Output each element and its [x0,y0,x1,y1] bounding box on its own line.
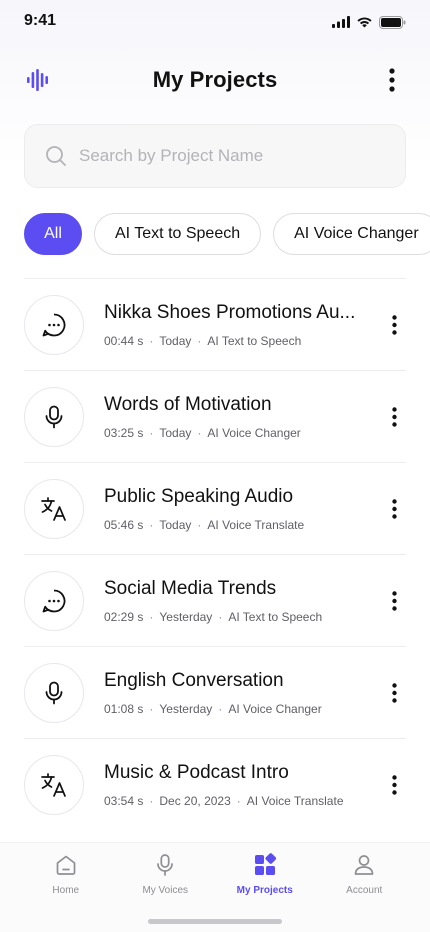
project-list: Nikka Shoes Promotions Au... 00:44 s · T… [24,278,406,830]
filter-chips: All AI Text to Speech AI Voice Changer [24,213,430,255]
project-duration: 00:44 s [104,334,144,348]
page-title: My Projects [152,67,278,92]
grid-icon [254,853,276,875]
project-title: Music & Podcast Intro [104,762,289,783]
chat-bubble-icon [24,294,84,355]
row-more-icon[interactable] [386,773,402,797]
meta-separator: · [197,334,202,348]
user-icon [354,855,374,875]
project-duration: 03:25 s [104,426,144,440]
microphone-icon [157,854,174,876]
project-title: Words of Motivation [104,394,272,415]
project-row[interactable]: Public Speaking Audio 05:46 s · Today · … [24,462,406,554]
search-icon [46,146,66,166]
project-title: Social Media Trends [104,578,277,599]
meta-separator: · [149,702,154,716]
project-row[interactable]: English Conversation 01:08 s · Yesterday… [24,646,406,738]
row-more-icon[interactable] [386,497,402,521]
tab-label: Account [346,885,383,896]
project-duration: 03:54 s [104,794,144,808]
project-title: Nikka Shoes Promotions Au... [104,302,356,323]
meta-separator: · [149,794,154,808]
project-duration: 02:29 s [104,610,144,624]
tab-home[interactable]: Home [21,853,111,896]
status-time: 9:41 [24,12,57,29]
meta-separator: · [149,610,154,624]
search-box[interactable] [24,124,406,188]
project-row[interactable]: Nikka Shoes Promotions Au... 00:44 s · T… [24,278,406,370]
app-logo-icon [26,68,50,92]
tab-label: My Projects [236,885,293,896]
project-date: Today [159,334,192,348]
row-more-icon[interactable] [386,681,402,705]
project-duration: 05:46 s [104,518,144,532]
project-row[interactable]: Words of Motivation 03:25 s · Today · AI… [24,370,406,462]
project-type: AI Voice Translate [207,518,305,532]
project-row[interactable]: Social Media Trends 02:29 s · Yesterday … [24,554,406,646]
filter-chip-ai-voice-changer[interactable]: AI Voice Changer [273,213,430,255]
project-title: Public Speaking Audio [104,486,294,507]
project-date: Yesterday [159,610,213,624]
battery-icon [379,15,406,29]
meta-separator: · [197,426,202,440]
project-meta: 01:08 s · Yesterday · AI Voice Changer [104,702,366,716]
row-more-icon[interactable] [386,405,402,429]
project-date: Yesterday [159,702,213,716]
project-type: AI Voice Changer [228,702,322,716]
project-meta: 03:54 s · Dec 20, 2023 · AI Voice Transl… [104,794,366,808]
project-type: AI Voice Translate [246,794,344,808]
meta-separator: · [149,426,154,440]
home-icon [56,855,76,875]
status-icons [332,15,406,29]
project-duration: 01:08 s [104,702,144,716]
meta-separator: · [197,518,202,532]
signal-icon [332,16,350,28]
project-meta: 05:46 s · Today · AI Voice Translate [104,518,366,532]
search-input[interactable] [79,146,385,166]
meta-separator: · [149,334,154,348]
header: My Projects [0,56,430,104]
row-more-icon[interactable] [386,313,402,337]
project-row[interactable]: Music & Podcast Intro 03:54 s · Dec 20, … [24,738,406,830]
microphone-icon [24,662,84,723]
meta-separator: · [236,794,241,808]
project-date: Dec 20, 2023 [159,794,231,808]
project-type: AI Text to Speech [207,334,302,348]
tab-my-projects[interactable]: My Projects [220,853,310,896]
project-title: English Conversation [104,670,284,691]
bottom-tab-bar: Home My Voices My Projects Account [0,842,430,932]
home-indicator [148,919,282,924]
project-date: Today [159,426,192,440]
meta-separator: · [218,610,223,624]
filter-chip-ai-text-to-speech[interactable]: AI Text to Speech [94,213,262,255]
tab-label: My Voices [142,885,189,896]
tab-label: Home [52,885,80,896]
project-meta: 00:44 s · Today · AI Text to Speech [104,334,366,348]
wifi-icon [357,17,372,28]
filter-chip-all[interactable]: All [24,213,82,255]
project-type: AI Voice Changer [207,426,301,440]
tab-account[interactable]: Account [319,853,409,896]
meta-separator: · [149,518,154,532]
project-type: AI Text to Speech [228,610,323,624]
row-more-icon[interactable] [386,589,402,613]
meta-separator: · [218,702,223,716]
microphone-icon [24,386,84,447]
more-options-icon[interactable] [380,68,404,92]
project-date: Today [159,518,192,532]
project-meta: 02:29 s · Yesterday · AI Text to Speech [104,610,366,624]
tab-my-voices[interactable]: My Voices [120,853,210,896]
status-bar: 9:41 [0,0,430,44]
translate-icon [24,478,84,539]
translate-icon [24,754,84,815]
chat-bubble-icon [24,570,84,631]
project-meta: 03:25 s · Today · AI Voice Changer [104,426,366,440]
